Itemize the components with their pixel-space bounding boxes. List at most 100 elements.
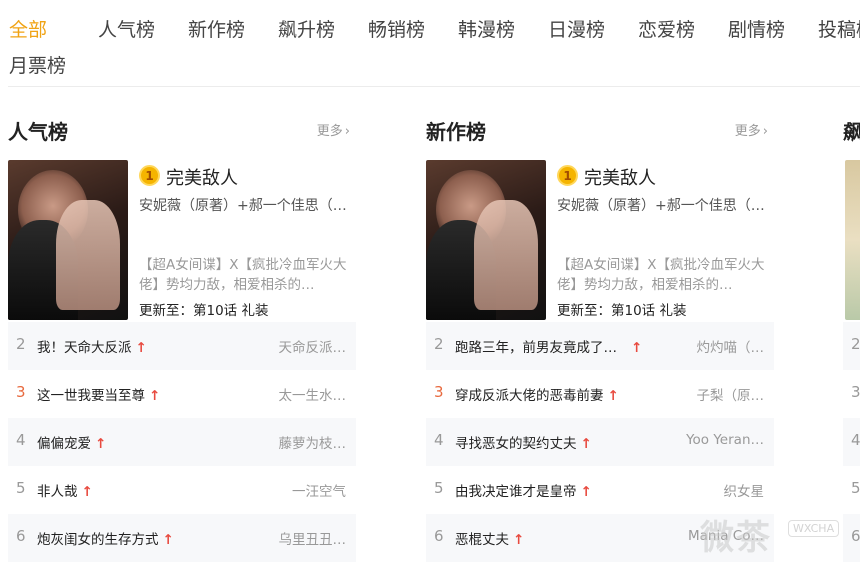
chevron-right-icon: › bbox=[762, 124, 768, 139]
gold-medal-icon: 1 bbox=[557, 165, 578, 186]
more-link[interactable]: 更多 › bbox=[735, 120, 768, 139]
list-item[interactable]: 3 bbox=[843, 370, 860, 418]
tab-divider bbox=[8, 86, 860, 87]
list-item[interactable]: 4 寻找恶女的契约丈夫 ↑ Yoo Yeran… bbox=[426, 418, 774, 466]
comic-name[interactable]: 跑路三年，前男友竟成了… ↑ bbox=[455, 336, 642, 356]
list-item[interactable]: 2 跑路三年，前男友竟成了… ↑ 灼灼喵（… bbox=[426, 322, 774, 370]
ranking-list: 2 我！天命大反派 ↑ 天命反派… 3 这一世我要当至尊 ↑ 太一生水… 4 偏偏宠… bbox=[8, 322, 356, 562]
ranking-list: 2 跑路三年，前男友竟成了… ↑ 灼灼喵（… 3 穿成反派大佬的恶毒前妻 ↑ 子梨（… bbox=[426, 322, 774, 562]
rise-arrow-icon: ↑ bbox=[81, 484, 93, 500]
rise-arrow-icon: ↑ bbox=[149, 388, 161, 404]
tab-korean[interactable]: 韩漫榜 bbox=[458, 15, 515, 42]
featured-author: 安妮薇（原著）+郝一个佳思（… bbox=[557, 198, 765, 214]
list-item[interactable]: 5 非人哉 ↑ 一汪空气 bbox=[8, 466, 356, 514]
featured-description: 【超A女间谍】X【疯批冷血军火大佬】势均力敌，相爱相杀的… bbox=[557, 257, 765, 293]
featured-description: 【超A女间谍】X【疯批冷血军火大佬】势均力敌，相爱相杀的… bbox=[139, 257, 347, 293]
ranking-card-title: 新作榜 bbox=[426, 120, 486, 144]
ranking-card-header: 新作榜 更多 › bbox=[426, 112, 774, 148]
comic-name[interactable]: 恶棍丈夫 ↑ bbox=[455, 528, 524, 548]
comic-name[interactable]: 寻找恶女的契约丈夫 ↑ bbox=[455, 432, 592, 452]
featured-title[interactable]: 完美敌人 bbox=[166, 164, 238, 190]
comic-name[interactable]: 非人哉 ↑ bbox=[37, 480, 93, 500]
rank-number: 3 bbox=[851, 383, 860, 401]
comic-author: 织女星 bbox=[723, 484, 765, 500]
featured-title[interactable]: 完美敌人 bbox=[584, 164, 656, 190]
rise-arrow-icon: ↑ bbox=[607, 388, 619, 404]
rank-number: 5 bbox=[434, 479, 444, 497]
comic-author: 太一生水… bbox=[278, 388, 347, 404]
tab-japanese[interactable]: 日漫榜 bbox=[548, 15, 605, 42]
rank-number: 2 bbox=[16, 335, 26, 353]
rise-arrow-icon: ↑ bbox=[580, 484, 592, 500]
list-item[interactable]: 5 bbox=[843, 466, 860, 514]
list-item[interactable]: 6 恶棍丈夫 ↑ Mania Co… bbox=[426, 514, 774, 562]
comic-name[interactable]: 这一世我要当至尊 ↑ bbox=[37, 384, 160, 404]
rank-number: 5 bbox=[851, 479, 860, 497]
comic-author: 子梨（原… bbox=[696, 388, 765, 404]
rank-number: 4 bbox=[434, 431, 444, 449]
list-item[interactable]: 6 炮灰闺女的生存方式 ↑ 乌里丑丑… bbox=[8, 514, 356, 562]
rank-number: 2 bbox=[434, 335, 444, 353]
comic-author: 一汪空气 bbox=[292, 484, 346, 500]
tab-rising[interactable]: 飙升榜 bbox=[278, 15, 335, 42]
tab-all[interactable]: 全部 bbox=[9, 15, 47, 42]
rise-arrow-icon: ↑ bbox=[580, 436, 592, 452]
list-item[interactable]: 2 我！天命大反派 ↑ 天命反派… bbox=[8, 322, 356, 370]
list-item[interactable]: 4 bbox=[843, 418, 860, 466]
comic-author: 天命反派… bbox=[278, 340, 347, 356]
list-item[interactable]: 3 穿成反派大佬的恶毒前妻 ↑ 子梨（原… bbox=[426, 370, 774, 418]
tab-monthly-ticket[interactable]: 月票榜 bbox=[9, 51, 66, 78]
gold-medal-icon: 1 bbox=[139, 165, 160, 186]
list-item[interactable]: 4 偏偏宠爱 ↑ 藤萝为枝… bbox=[8, 418, 356, 466]
more-label: 更多 bbox=[734, 124, 761, 139]
comic-cover[interactable] bbox=[845, 160, 860, 320]
rank-number: 3 bbox=[16, 383, 26, 401]
tab-new[interactable]: 新作榜 bbox=[188, 15, 245, 42]
rank-number: 3 bbox=[434, 383, 444, 401]
ranking-card-popular: 人气榜 更多 › 1 完美敌人 安妮薇（原著）+郝一个佳思（… 【超A女间谍】X【… bbox=[8, 112, 356, 580]
list-item[interactable]: 2 bbox=[843, 322, 860, 370]
comic-name[interactable]: 我！天命大反派 ↑ bbox=[37, 336, 147, 356]
rise-arrow-icon: ↑ bbox=[162, 532, 174, 548]
rank-number: 2 bbox=[851, 335, 860, 353]
comic-author: Mania Co… bbox=[688, 528, 764, 544]
ranking-card-title: 人气榜 bbox=[8, 120, 68, 144]
comic-cover[interactable] bbox=[8, 160, 128, 320]
rise-arrow-icon: ↑ bbox=[513, 532, 525, 548]
rise-arrow-icon: ↑ bbox=[135, 340, 147, 356]
tab-romance[interactable]: 恋爱榜 bbox=[638, 15, 695, 42]
comic-name[interactable]: 偏偏宠爱 ↑ bbox=[37, 432, 106, 452]
featured-update: 更新至：第10话 礼装 bbox=[557, 303, 687, 319]
ranking-card-title: 飙 bbox=[843, 120, 860, 144]
rank-number: 6 bbox=[16, 527, 26, 545]
tab-bestselling[interactable]: 畅销榜 bbox=[368, 15, 425, 42]
ranking-card-rising: 飙 2 3 4 5 6 bbox=[843, 112, 860, 580]
ranking-card-header: 人气榜 更多 › bbox=[8, 112, 356, 148]
comic-name[interactable]: 由我决定谁才是皇帝 ↑ bbox=[455, 480, 592, 500]
featured-comic[interactable]: 1 完美敌人 安妮薇（原著）+郝一个佳思（… 【超A女间谍】X【疯批冷血军火大佬… bbox=[426, 160, 774, 320]
comic-cover[interactable] bbox=[426, 160, 546, 320]
rank-tab-bar: 全部 人气榜 新作榜 飙升榜 畅销榜 韩漫榜 日漫榜 恋爱榜 剧情榜 投稿榜 月… bbox=[0, 0, 860, 86]
rank-number: 6 bbox=[851, 527, 860, 545]
list-item[interactable]: 3 这一世我要当至尊 ↑ 太一生水… bbox=[8, 370, 356, 418]
rank-number: 6 bbox=[434, 527, 444, 545]
tab-popular[interactable]: 人气榜 bbox=[98, 15, 155, 42]
featured-author: 安妮薇（原著）+郝一个佳思（… bbox=[139, 198, 347, 214]
more-link[interactable]: 更多 › bbox=[317, 120, 350, 139]
featured-update: 更新至：第10话 礼装 bbox=[139, 303, 269, 319]
comic-author: 藤萝为枝… bbox=[278, 436, 347, 452]
tab-submission[interactable]: 投稿榜 bbox=[818, 15, 860, 42]
list-item[interactable]: 5 由我决定谁才是皇帝 ↑ 织女星 bbox=[426, 466, 774, 514]
featured-comic[interactable]: 1 完美敌人 安妮薇（原著）+郝一个佳思（… 【超A女间谍】X【疯批冷血军火大佬… bbox=[8, 160, 356, 320]
rise-arrow-icon: ↑ bbox=[95, 436, 107, 452]
rise-arrow-icon: ↑ bbox=[631, 340, 643, 356]
watermark-sub: WXCHA bbox=[788, 520, 840, 537]
tab-drama[interactable]: 剧情榜 bbox=[728, 15, 785, 42]
comic-author: 灼灼喵（… bbox=[696, 340, 765, 356]
chevron-right-icon: › bbox=[344, 124, 350, 139]
comic-author: 乌里丑丑… bbox=[278, 532, 347, 548]
comic-name[interactable]: 穿成反派大佬的恶毒前妻 ↑ bbox=[455, 384, 619, 404]
list-item[interactable]: 6 bbox=[843, 514, 860, 562]
comic-name[interactable]: 炮灰闺女的生存方式 ↑ bbox=[37, 528, 174, 548]
rank-number: 4 bbox=[16, 431, 26, 449]
